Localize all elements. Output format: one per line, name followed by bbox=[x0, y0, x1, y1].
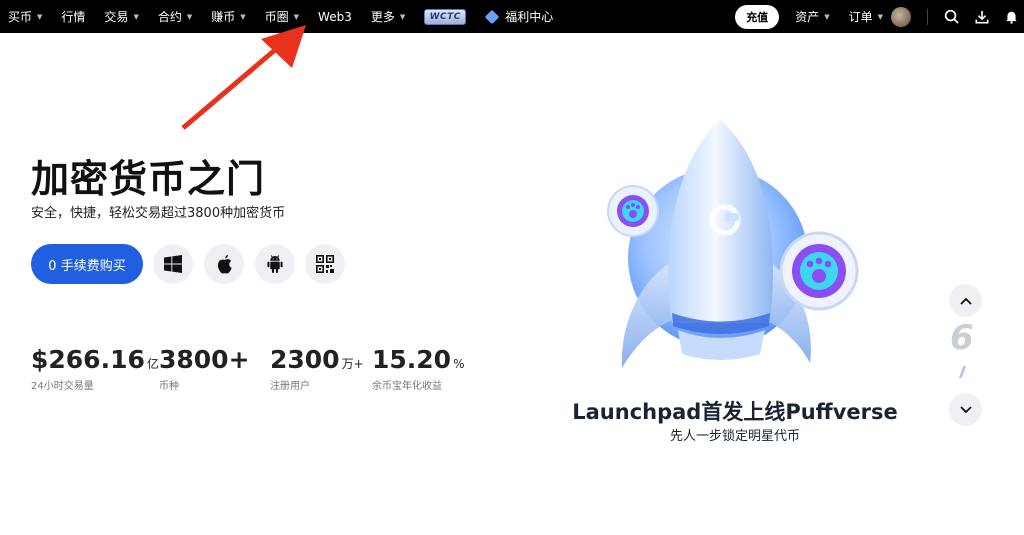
top-nav-bar: 买币 ▼ 行情 交易 ▼ 合约 ▼ 赚币 ▼ 币圈 ▼ Web3 更多 ▼ WCTC 福利中… bbox=[0, 0, 1024, 33]
avatar[interactable] bbox=[891, 6, 911, 27]
nav-item-orders[interactable]: 订单 ▼ bbox=[849, 8, 883, 25]
chevron-down-icon: ▼ bbox=[133, 12, 139, 21]
pager-progress-indicator bbox=[958, 366, 967, 378]
chevron-down-icon: ▼ bbox=[399, 12, 406, 21]
qr-code-icon bbox=[316, 255, 334, 273]
divider bbox=[927, 8, 928, 25]
stat-registered-users: 2300 万+ 注册用户 bbox=[270, 345, 364, 392]
nav-item-buy[interactable]: 买币 ▼ bbox=[8, 8, 42, 25]
chevron-down-icon: ▼ bbox=[293, 12, 300, 21]
nav-item-more[interactable]: 更多 ▼ bbox=[371, 8, 405, 25]
chevron-down-icon: ▼ bbox=[877, 12, 883, 21]
chevron-up-icon bbox=[959, 297, 972, 305]
stat-coin-count: 3800+ 币种 bbox=[159, 345, 250, 392]
nav-item-assets[interactable]: 资产 ▼ bbox=[795, 8, 829, 25]
pager-current-index: 6 bbox=[950, 318, 974, 358]
deposit-button[interactable]: 充值 bbox=[735, 4, 780, 29]
banner-subtitle: 先人一步锁定明星代币 bbox=[669, 429, 800, 444]
nav-item-web3[interactable]: Web3 bbox=[318, 10, 352, 24]
wctc-logo[interactable]: WCTC bbox=[424, 8, 467, 25]
chevron-down-icon: ▼ bbox=[824, 12, 830, 21]
chevron-down-icon bbox=[959, 405, 972, 413]
download-icon[interactable] bbox=[975, 10, 989, 24]
stat-savings-apy: 15.20% 余币宝年化收益 bbox=[372, 345, 465, 392]
nav-right: 充值 资产 ▼ 订单 ▼ bbox=[735, 0, 1024, 33]
bell-icon[interactable] bbox=[1005, 10, 1018, 24]
nav-item-trade[interactable]: 交易 ▼ bbox=[104, 8, 138, 25]
pager-down-button[interactable] bbox=[949, 393, 982, 426]
chevron-down-icon: ▼ bbox=[37, 12, 43, 21]
nav-item-welfare-center[interactable]: 福利中心 bbox=[485, 8, 553, 25]
nav-item-markets[interactable]: 行情 bbox=[61, 8, 85, 25]
stat-24h-volume: $266.16 亿 24小时交易量 bbox=[31, 345, 159, 392]
apple-download-button[interactable] bbox=[204, 244, 244, 284]
pager-up-button[interactable] bbox=[949, 284, 982, 317]
chevron-down-icon: ▼ bbox=[186, 12, 193, 21]
zero-fee-buy-button[interactable]: 0 手续费购买 bbox=[31, 244, 143, 284]
chevron-down-icon: ▼ bbox=[240, 12, 246, 21]
apple-icon bbox=[217, 254, 232, 273]
gift-box-icon bbox=[485, 9, 500, 24]
qr-code-download-button[interactable] bbox=[305, 244, 345, 284]
search-icon[interactable] bbox=[944, 9, 959, 24]
red-arrow-annotation bbox=[181, 25, 306, 130]
android-download-button[interactable] bbox=[255, 244, 295, 284]
hero-subtitle: 安全，快捷，轻松交易超过3800种加密货币 bbox=[31, 206, 286, 221]
android-icon bbox=[267, 254, 283, 273]
windows-icon bbox=[164, 255, 182, 273]
page-title: 加密货币之门 bbox=[31, 157, 266, 201]
windows-download-button[interactable] bbox=[153, 244, 193, 284]
banner-title[interactable]: Launchpad首发上线Puffverse bbox=[560, 396, 910, 426]
